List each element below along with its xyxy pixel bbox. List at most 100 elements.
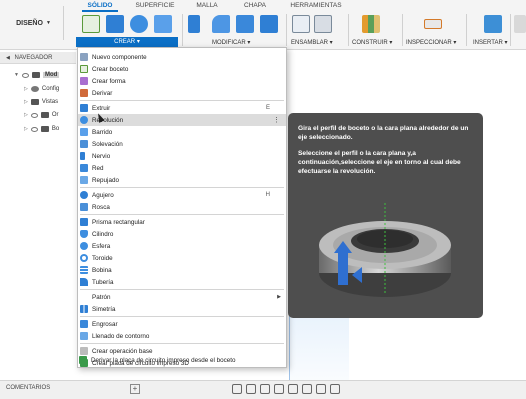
torus-icon: [80, 254, 88, 262]
tree-item-config[interactable]: ▷ Config: [24, 84, 59, 94]
menu-item-revolucion[interactable]: Revolución ⋮: [78, 114, 286, 126]
tab-solido[interactable]: SÓLIDO: [82, 2, 118, 12]
menu-divider: [80, 214, 284, 215]
sweep-icon: [80, 128, 88, 136]
menu-item-simetria[interactable]: Simetría: [78, 303, 286, 315]
menu-item-llenado-contorno[interactable]: Llenado de contorno: [78, 330, 286, 342]
construir-dropdown-button[interactable]: CONSTRUIR ▾: [352, 39, 392, 46]
browser-header[interactable]: ◀ NAVEGADOR: [0, 52, 76, 64]
revolve-icon[interactable]: [130, 15, 148, 33]
joint-icon[interactable]: [314, 15, 332, 33]
workspace-label: DISEÑO: [16, 19, 43, 27]
tree-item-origen[interactable]: ▷ Or: [24, 110, 59, 120]
press-pull-icon[interactable]: [188, 15, 200, 33]
crear-dropdown-button[interactable]: CREAR ▾: [76, 37, 178, 47]
thicken-icon: [80, 320, 88, 328]
expand-arrow-icon: ▷: [24, 99, 28, 105]
menu-item-rosca[interactable]: Rosca: [78, 201, 286, 213]
menu-item-cilindro[interactable]: Cilindro: [78, 228, 286, 240]
divider: [402, 14, 403, 46]
measure-icon[interactable]: [424, 19, 442, 29]
insertar-dropdown-button[interactable]: INSERTAR ▾: [473, 39, 507, 46]
comments-panel-label[interactable]: COMENTARIOS: [6, 385, 50, 391]
pan-icon[interactable]: [260, 384, 270, 394]
folder-icon: [40, 126, 49, 132]
tree-item-vistas[interactable]: ▷ Vistas: [24, 97, 58, 107]
tab-malla[interactable]: MALLA: [192, 2, 222, 12]
select-icon[interactable]: [514, 15, 526, 33]
tree-item-bodies[interactable]: ▷ Bo: [24, 124, 59, 134]
tooltip-description: Gira el perfil de boceto o la cara plana…: [298, 125, 469, 141]
extrude-icon[interactable]: [106, 15, 124, 33]
tab-herramientas[interactable]: HERRAMIENTAS: [288, 2, 344, 12]
new-component-icon: [80, 53, 88, 61]
menu-item-placa-boceto[interactable]: Derivar la placa de circuito impreso des…: [77, 354, 287, 366]
menu-item-red[interactable]: Red: [78, 162, 286, 174]
orbit-icon[interactable]: [232, 384, 242, 394]
revolve-illustration: [319, 203, 451, 297]
tree-label: Config: [41, 86, 60, 92]
insert-image-icon[interactable]: [484, 15, 502, 33]
web-icon: [80, 164, 88, 172]
menu-divider: [80, 100, 284, 101]
more-options-icon[interactable]: ⋮: [273, 116, 280, 124]
menu-item-patron[interactable]: Patrón ▶: [78, 291, 286, 303]
menu-divider: [80, 343, 284, 344]
document-icon: [31, 72, 40, 78]
grid-icon[interactable]: [316, 384, 326, 394]
menu-item-engrosar[interactable]: Engrosar: [78, 318, 286, 330]
new-component-icon[interactable]: [292, 15, 310, 33]
menu-item-repujado[interactable]: Repujado: [78, 174, 286, 186]
menu-item-agujero[interactable]: Agujero H: [78, 189, 286, 201]
fit-icon[interactable]: [288, 384, 298, 394]
sweep-icon[interactable]: [154, 15, 172, 33]
menu-item-toroide[interactable]: Toroide: [78, 252, 286, 264]
viewports-icon[interactable]: [330, 384, 340, 394]
look-at-icon[interactable]: [246, 384, 256, 394]
emboss-icon: [80, 176, 88, 184]
expand-arrow-icon: ▷: [24, 126, 28, 132]
revolve-icon: [80, 116, 88, 124]
menu-item-esfera[interactable]: Esfera: [78, 240, 286, 252]
folder-icon: [30, 99, 39, 105]
menu-item-tuberia[interactable]: Tubería: [78, 276, 286, 288]
boundary-fill-icon: [80, 332, 88, 340]
visibility-eye-icon[interactable]: [30, 112, 38, 118]
zoom-icon[interactable]: [274, 384, 284, 394]
visibility-eye-icon[interactable]: [30, 126, 38, 132]
menu-item-solevacion[interactable]: Solevación: [78, 138, 286, 150]
tab-superficie[interactable]: SUPERFICIE: [134, 2, 176, 12]
submenu-arrow-icon: ▶: [277, 294, 281, 300]
chamfer-icon[interactable]: [236, 15, 254, 33]
menu-item-derivar[interactable]: Derivar: [78, 87, 286, 99]
menu-divider: [80, 187, 284, 188]
fillet-icon[interactable]: [212, 15, 230, 33]
tree-root[interactable]: ▼ Mod: [14, 70, 60, 80]
workspace-switcher[interactable]: DISEÑO ▼: [4, 6, 64, 40]
menu-item-extruir[interactable]: Extruir E: [78, 102, 286, 114]
menu-item-bobina[interactable]: Bobina: [78, 264, 286, 276]
tab-chapa[interactable]: CHAPA: [240, 2, 270, 12]
menu-item-crear-forma[interactable]: Crear forma: [78, 75, 286, 87]
coil-icon: [80, 266, 88, 274]
combine-icon[interactable]: [260, 15, 278, 33]
tooltip-instructions: Seleccione el perfil o la cara plana y,a…: [298, 150, 461, 175]
folder-icon: [40, 112, 49, 118]
menu-item-barrido[interactable]: Barrido: [78, 126, 286, 138]
midplane-icon[interactable]: [362, 15, 380, 33]
modificar-dropdown-button[interactable]: MODIFICAR ▾: [212, 39, 250, 46]
menu-item-crear-boceto[interactable]: Crear boceto: [78, 63, 286, 75]
visibility-eye-icon[interactable]: [21, 72, 29, 78]
display-settings-icon[interactable]: [302, 384, 312, 394]
expand-arrow-icon: ▼: [14, 72, 19, 78]
loft-icon: [80, 140, 88, 148]
menu-item-prisma[interactable]: Prisma rectangular: [78, 216, 286, 228]
inspeccionar-dropdown-button[interactable]: INSPECCIONAR ▾: [406, 39, 456, 46]
ensamblar-dropdown-button[interactable]: ENSAMBLAR ▾: [291, 39, 333, 46]
menu-item-nervio[interactable]: Nervio: [78, 150, 286, 162]
create-sketch-icon[interactable]: [82, 15, 100, 33]
menu-item-nuevo-componente[interactable]: Nuevo componente: [78, 51, 286, 63]
sphere-icon: [80, 242, 88, 250]
add-comment-icon[interactable]: +: [130, 384, 140, 394]
